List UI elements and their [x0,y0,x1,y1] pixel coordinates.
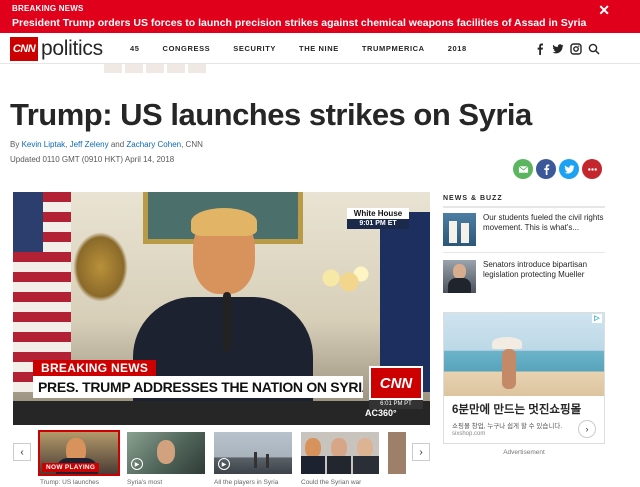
nav-link-45[interactable]: 45 [130,44,140,53]
video-player[interactable]: White House 9:01 PM ET BREAKING NEWS PRE… [13,192,430,425]
byline: By Kevin Liptak, Jeff Zeleny and Zachary… [10,140,203,149]
facebook-share-icon[interactable] [536,159,556,179]
nav-image-strip [104,64,214,74]
flowers [313,262,373,302]
share-bar [513,159,605,179]
video-lower-third-text: PRES. TRUMP ADDRESSES THE NATION ON SYRI… [33,376,363,398]
carousel-caption: Syria's most [127,479,163,486]
carousel-caption: Trump: US launches [40,479,100,486]
video-breaking-label: BREAKING NEWS [33,360,157,376]
video-carousel: ‹ NOW PLAYING Trump: US launches ▶ Syria… [13,430,430,487]
breaking-news-banner[interactable]: BREAKING NEWS President Trump orders US … [0,0,640,33]
ad-domain: sixshop.com [452,431,486,437]
location-label: White House [347,208,409,219]
breaking-news-headline[interactable]: President Trump orders US forces to laun… [12,16,628,30]
play-icon: ▶ [131,458,143,470]
cnn-logo: CNN [10,37,38,61]
updated-timestamp: Updated 0110 GMT (0910 HKT) April 14, 20… [10,155,175,164]
show-name: AC360° [365,408,397,418]
more-share-icon[interactable] [582,159,602,179]
author-link[interactable]: Zachary Cohen [126,140,181,149]
twitter-icon[interactable] [552,43,564,55]
ad-subtitle: 쇼핑몰 창업, 누구나 쉽게 할 수 있습니다. [452,423,563,430]
ad-title[interactable]: 6분만에 만드는 멋진쇼핑몰 [452,401,581,417]
news-buzz-thumbnail [443,260,476,293]
news-buzz-item[interactable]: Our students fueled the civil rights mov… [443,213,605,249]
carousel-item[interactable] [388,432,406,487]
location-badge: White House 9:01 PM ET [347,208,409,229]
divider [443,206,605,208]
ad-image [444,313,604,396]
nav-icons [528,33,600,64]
byline-prefix: By [10,140,22,149]
search-icon[interactable] [588,43,600,55]
ad-arrow-button[interactable]: › [578,420,596,438]
byline-suffix: , CNN [181,140,203,149]
byline-separator: and [108,140,127,149]
news-buzz-item[interactable]: Senators introduce bipartisan legislatio… [443,260,605,296]
nav-link-trumpmerica[interactable]: TRUMPMERICA [362,44,425,53]
author-link[interactable]: Jeff Zeleny [70,140,109,149]
nav-link-congress[interactable]: CONGRESS [163,44,211,53]
adchoices-icon[interactable]: ▷ [592,314,602,323]
nav-link-security[interactable]: SECURITY [233,44,276,53]
news-buzz-heading: NEWS & BUZZ [443,195,503,202]
nav-links: 45 CONGRESS SECURITY THE NINE TRUMPMERIC… [130,33,490,64]
author-link[interactable]: Kevin Liptak [22,140,66,149]
article-title: Trump: US launches strikes on Syria [10,97,532,132]
location-time: 9:01 PM ET [347,219,409,229]
carousel-prev-button[interactable]: ‹ [13,443,31,461]
advertisement[interactable]: ▷ 6분만에 만드는 멋진쇼핑몰 쇼핑몰 창업, 누구나 쉽게 할 수 있습니다… [443,312,605,444]
news-buzz-thumbnail [443,213,476,246]
advertisement-label: Advertisement [503,449,545,456]
carousel-next-button[interactable]: › [412,443,430,461]
divider [443,252,605,253]
carousel-item[interactable]: Could the Syrian war [301,432,379,487]
nav-link-2018[interactable]: 2018 [448,44,467,53]
carousel-caption: Could the Syrian war [301,479,362,486]
section-name: politics [41,37,103,60]
news-buzz-title[interactable]: Our students fueled the civil rights mov… [483,213,608,233]
cnn-politics-logo[interactable]: CNN politics [10,37,103,61]
carousel-caption: All the players in Syria [214,479,279,486]
play-icon: ▶ [218,458,230,470]
email-share-icon[interactable] [513,159,533,179]
close-icon[interactable]: ✕ [598,3,610,17]
carousel-item[interactable]: ▶ All the players in Syria [214,432,292,487]
instagram-icon[interactable] [570,42,582,55]
carousel-item[interactable]: ▶ Syria's most [127,432,205,487]
carousel-item[interactable]: NOW PLAYING Trump: US launches [38,430,120,487]
video-lower-third: BREAKING NEWS PRES. TRUMP ADDRESSES THE … [13,356,430,425]
now-playing-badge: NOW PLAYING [42,463,100,472]
top-navigation: CNN politics 45 CONGRESS SECURITY THE NI… [0,33,640,64]
eagle-statue [73,232,128,302]
breaking-news-kicker: BREAKING NEWS [12,4,84,13]
twitter-share-icon[interactable] [559,159,579,179]
cnn-bug-logo: CNN [369,366,423,400]
facebook-icon[interactable] [534,43,546,55]
news-buzz-title[interactable]: Senators introduce bipartisan legislatio… [483,260,608,280]
nav-link-the-nine[interactable]: THE NINE [299,44,339,53]
